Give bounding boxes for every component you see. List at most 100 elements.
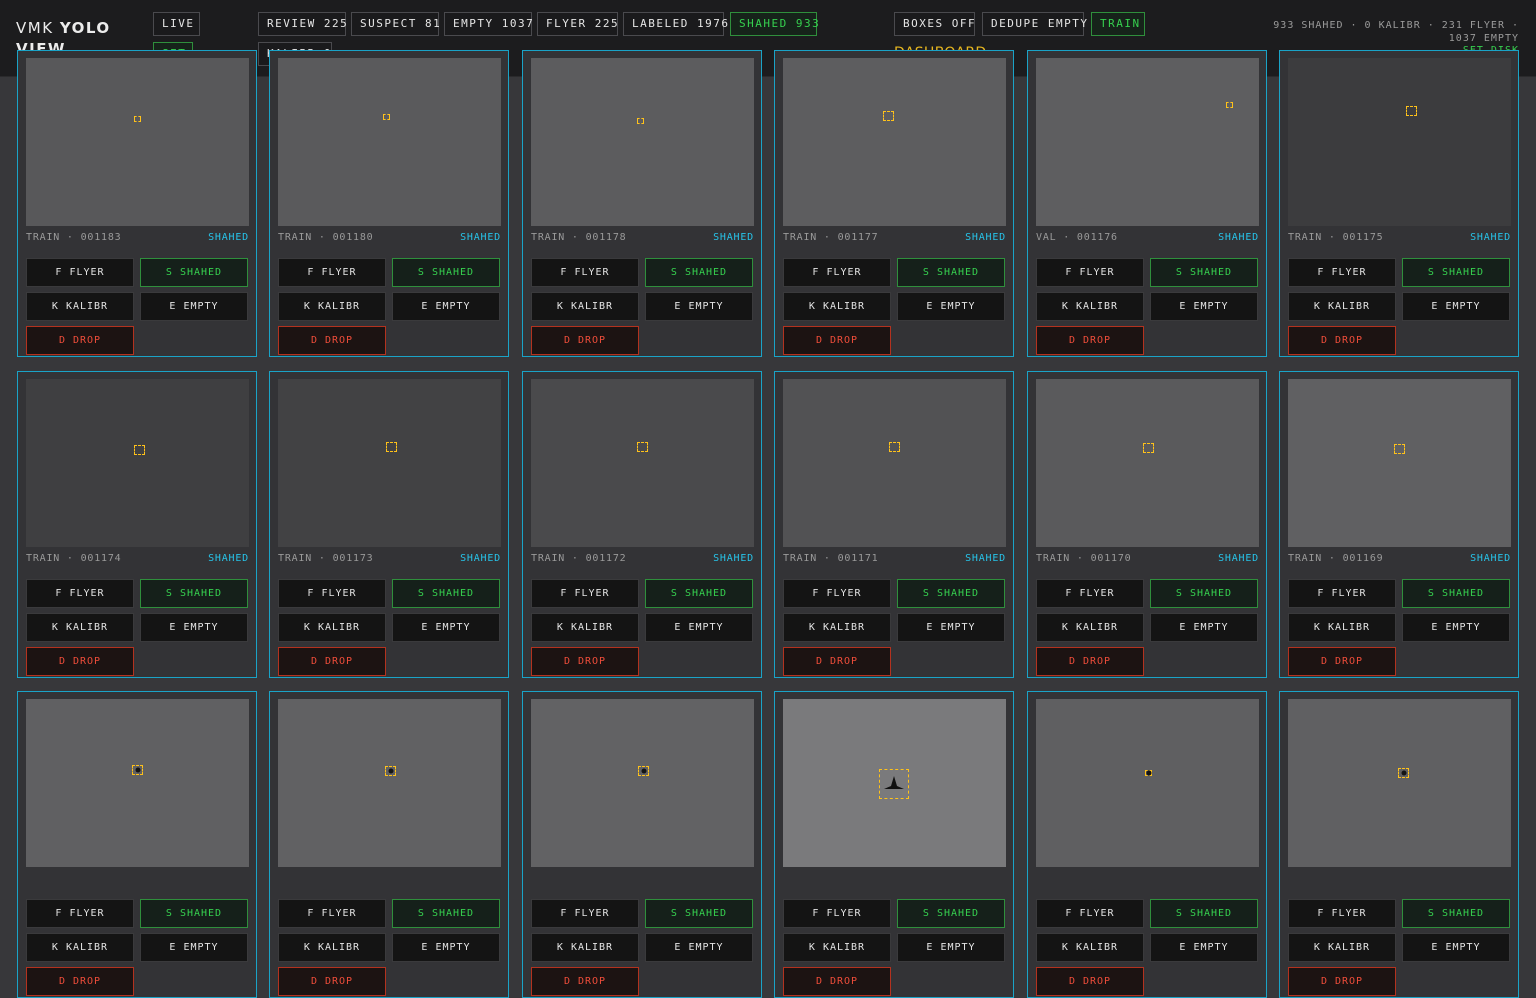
- flyer-label-button[interactable]: F FLYER: [1036, 579, 1144, 608]
- empty-label-button[interactable]: E EMPTY: [1402, 613, 1510, 642]
- drop-frame-button[interactable]: D DROP: [1036, 967, 1144, 996]
- kalibr-label-button[interactable]: K KALIBR: [26, 933, 134, 962]
- image-card[interactable]: F FLYER S SHAHED K KALIBR E EMPTY D DROP: [522, 691, 762, 998]
- frame-thumbnail[interactable]: [1036, 58, 1259, 226]
- shahed-label-button[interactable]: S SHAHED: [645, 258, 753, 287]
- frame-thumbnail[interactable]: [26, 379, 249, 547]
- frame-thumbnail[interactable]: [26, 58, 249, 226]
- empty-label-button[interactable]: E EMPTY: [897, 933, 1005, 962]
- drop-frame-button[interactable]: D DROP: [783, 326, 891, 355]
- image-card[interactable]: TRAIN · 001170 SHAHED F FLYER S SHAHED K KAL…: [1027, 371, 1267, 678]
- kalibr-label-button[interactable]: K KALIBR: [278, 933, 386, 962]
- boxes-toggle-button[interactable]: BOXES OFF: [894, 12, 975, 36]
- empty-label-button[interactable]: E EMPTY: [140, 613, 248, 642]
- kalibr-label-button[interactable]: K KALIBR: [26, 292, 134, 321]
- image-card[interactable]: F FLYER S SHAHED K KALIBR E EMPTY D DROP: [774, 691, 1014, 998]
- image-card[interactable]: TRAIN · 001175 SHAHED F FLYER S SHAHED K KAL…: [1279, 50, 1519, 357]
- drop-frame-button[interactable]: D DROP: [1036, 647, 1144, 676]
- empty-label-button[interactable]: E EMPTY: [1150, 292, 1258, 321]
- flyer-label-button[interactable]: F FLYER: [531, 258, 639, 287]
- flyer-label-button[interactable]: F FLYER: [531, 579, 639, 608]
- flyer-label-button[interactable]: F FLYER: [26, 579, 134, 608]
- frame-thumbnail[interactable]: [531, 699, 754, 867]
- suspect-filter-button[interactable]: SUSPECT 81: [351, 12, 440, 36]
- drop-frame-button[interactable]: D DROP: [26, 967, 134, 996]
- kalibr-label-button[interactable]: K KALIBR: [783, 933, 891, 962]
- shahed-label-button[interactable]: S SHAHED: [645, 579, 753, 608]
- shahed-label-button[interactable]: S SHAHED: [645, 899, 753, 928]
- shahed-label-button[interactable]: S SHAHED: [1402, 899, 1510, 928]
- drop-frame-button[interactable]: D DROP: [1036, 326, 1144, 355]
- drop-frame-button[interactable]: D DROP: [531, 967, 639, 996]
- empty-label-button[interactable]: E EMPTY: [897, 292, 1005, 321]
- flyer-label-button[interactable]: F FLYER: [278, 579, 386, 608]
- drop-frame-button[interactable]: D DROP: [26, 326, 134, 355]
- flyer-label-button[interactable]: F FLYER: [1288, 899, 1396, 928]
- empty-label-button[interactable]: E EMPTY: [1402, 292, 1510, 321]
- frame-thumbnail[interactable]: [783, 699, 1006, 867]
- shahed-label-button[interactable]: S SHAHED: [392, 579, 500, 608]
- empty-label-button[interactable]: E EMPTY: [392, 613, 500, 642]
- labeled-filter-button[interactable]: LABELED 1976: [623, 12, 728, 36]
- live-button[interactable]: LIVE: [153, 12, 200, 36]
- image-card[interactable]: TRAIN · 001173 SHAHED F FLYER S SHAHED K KAL…: [269, 371, 509, 678]
- kalibr-label-button[interactable]: K KALIBR: [26, 613, 134, 642]
- image-card[interactable]: TRAIN · 001183 SHAHED F FLYER S SHAHED K KAL…: [17, 50, 257, 357]
- shahed-label-button[interactable]: S SHAHED: [140, 899, 248, 928]
- shahed-label-button[interactable]: S SHAHED: [897, 258, 1005, 287]
- frame-thumbnail[interactable]: [278, 58, 501, 226]
- train-button[interactable]: TRAIN: [1091, 12, 1145, 36]
- drop-frame-button[interactable]: D DROP: [783, 647, 891, 676]
- frame-thumbnail[interactable]: [1036, 699, 1259, 867]
- drop-frame-button[interactable]: D DROP: [783, 967, 891, 996]
- kalibr-label-button[interactable]: K KALIBR: [1288, 292, 1396, 321]
- shahed-label-button[interactable]: S SHAHED: [392, 258, 500, 287]
- kalibr-label-button[interactable]: K KALIBR: [783, 292, 891, 321]
- kalibr-label-button[interactable]: K KALIBR: [531, 292, 639, 321]
- flyer-filter-button[interactable]: FLYER 225: [537, 12, 618, 36]
- empty-label-button[interactable]: E EMPTY: [645, 933, 753, 962]
- flyer-label-button[interactable]: F FLYER: [26, 899, 134, 928]
- shahed-label-button[interactable]: S SHAHED: [1150, 258, 1258, 287]
- flyer-label-button[interactable]: F FLYER: [278, 899, 386, 928]
- flyer-label-button[interactable]: F FLYER: [531, 899, 639, 928]
- kalibr-label-button[interactable]: K KALIBR: [531, 613, 639, 642]
- image-card[interactable]: F FLYER S SHAHED K KALIBR E EMPTY D DROP: [269, 691, 509, 998]
- flyer-label-button[interactable]: F FLYER: [1288, 258, 1396, 287]
- empty-label-button[interactable]: E EMPTY: [897, 613, 1005, 642]
- empty-label-button[interactable]: E EMPTY: [140, 933, 248, 962]
- frame-thumbnail[interactable]: [531, 379, 754, 547]
- image-card[interactable]: TRAIN · 001178 SHAHED F FLYER S SHAHED K KAL…: [522, 50, 762, 357]
- empty-label-button[interactable]: E EMPTY: [392, 292, 500, 321]
- flyer-label-button[interactable]: F FLYER: [1288, 579, 1396, 608]
- shahed-label-button[interactable]: S SHAHED: [1402, 258, 1510, 287]
- flyer-label-button[interactable]: F FLYER: [783, 899, 891, 928]
- shahed-filter-button[interactable]: SHAHED 933: [730, 12, 819, 36]
- flyer-label-button[interactable]: F FLYER: [1036, 899, 1144, 928]
- frame-thumbnail[interactable]: [783, 58, 1006, 226]
- drop-frame-button[interactable]: D DROP: [1288, 967, 1396, 996]
- image-card[interactable]: TRAIN · 001180 SHAHED F FLYER S SHAHED K KAL…: [269, 50, 509, 357]
- shahed-label-button[interactable]: S SHAHED: [897, 579, 1005, 608]
- frame-thumbnail[interactable]: [278, 699, 501, 867]
- shahed-label-button[interactable]: S SHAHED: [897, 899, 1005, 928]
- frame-thumbnail[interactable]: [1036, 379, 1259, 547]
- kalibr-label-button[interactable]: K KALIBR: [783, 613, 891, 642]
- shahed-label-button[interactable]: S SHAHED: [1150, 899, 1258, 928]
- drop-frame-button[interactable]: D DROP: [278, 967, 386, 996]
- image-card[interactable]: TRAIN · 001177 SHAHED F FLYER S SHAHED K KAL…: [774, 50, 1014, 357]
- drop-frame-button[interactable]: D DROP: [531, 647, 639, 676]
- shahed-label-button[interactable]: S SHAHED: [140, 579, 248, 608]
- image-card[interactable]: TRAIN · 001171 SHAHED F FLYER S SHAHED K KAL…: [774, 371, 1014, 678]
- kalibr-label-button[interactable]: K KALIBR: [278, 613, 386, 642]
- image-card[interactable]: TRAIN · 001169 SHAHED F FLYER S SHAHED K KAL…: [1279, 371, 1519, 678]
- frame-thumbnail[interactable]: [1288, 379, 1511, 547]
- drop-frame-button[interactable]: D DROP: [1288, 647, 1396, 676]
- empty-filter-button[interactable]: EMPTY 1037: [444, 12, 533, 36]
- empty-label-button[interactable]: E EMPTY: [645, 292, 753, 321]
- drop-frame-button[interactable]: D DROP: [278, 647, 386, 676]
- shahed-label-button[interactable]: S SHAHED: [1150, 579, 1258, 608]
- kalibr-label-button[interactable]: K KALIBR: [278, 292, 386, 321]
- flyer-label-button[interactable]: F FLYER: [1036, 258, 1144, 287]
- kalibr-label-button[interactable]: K KALIBR: [1288, 613, 1396, 642]
